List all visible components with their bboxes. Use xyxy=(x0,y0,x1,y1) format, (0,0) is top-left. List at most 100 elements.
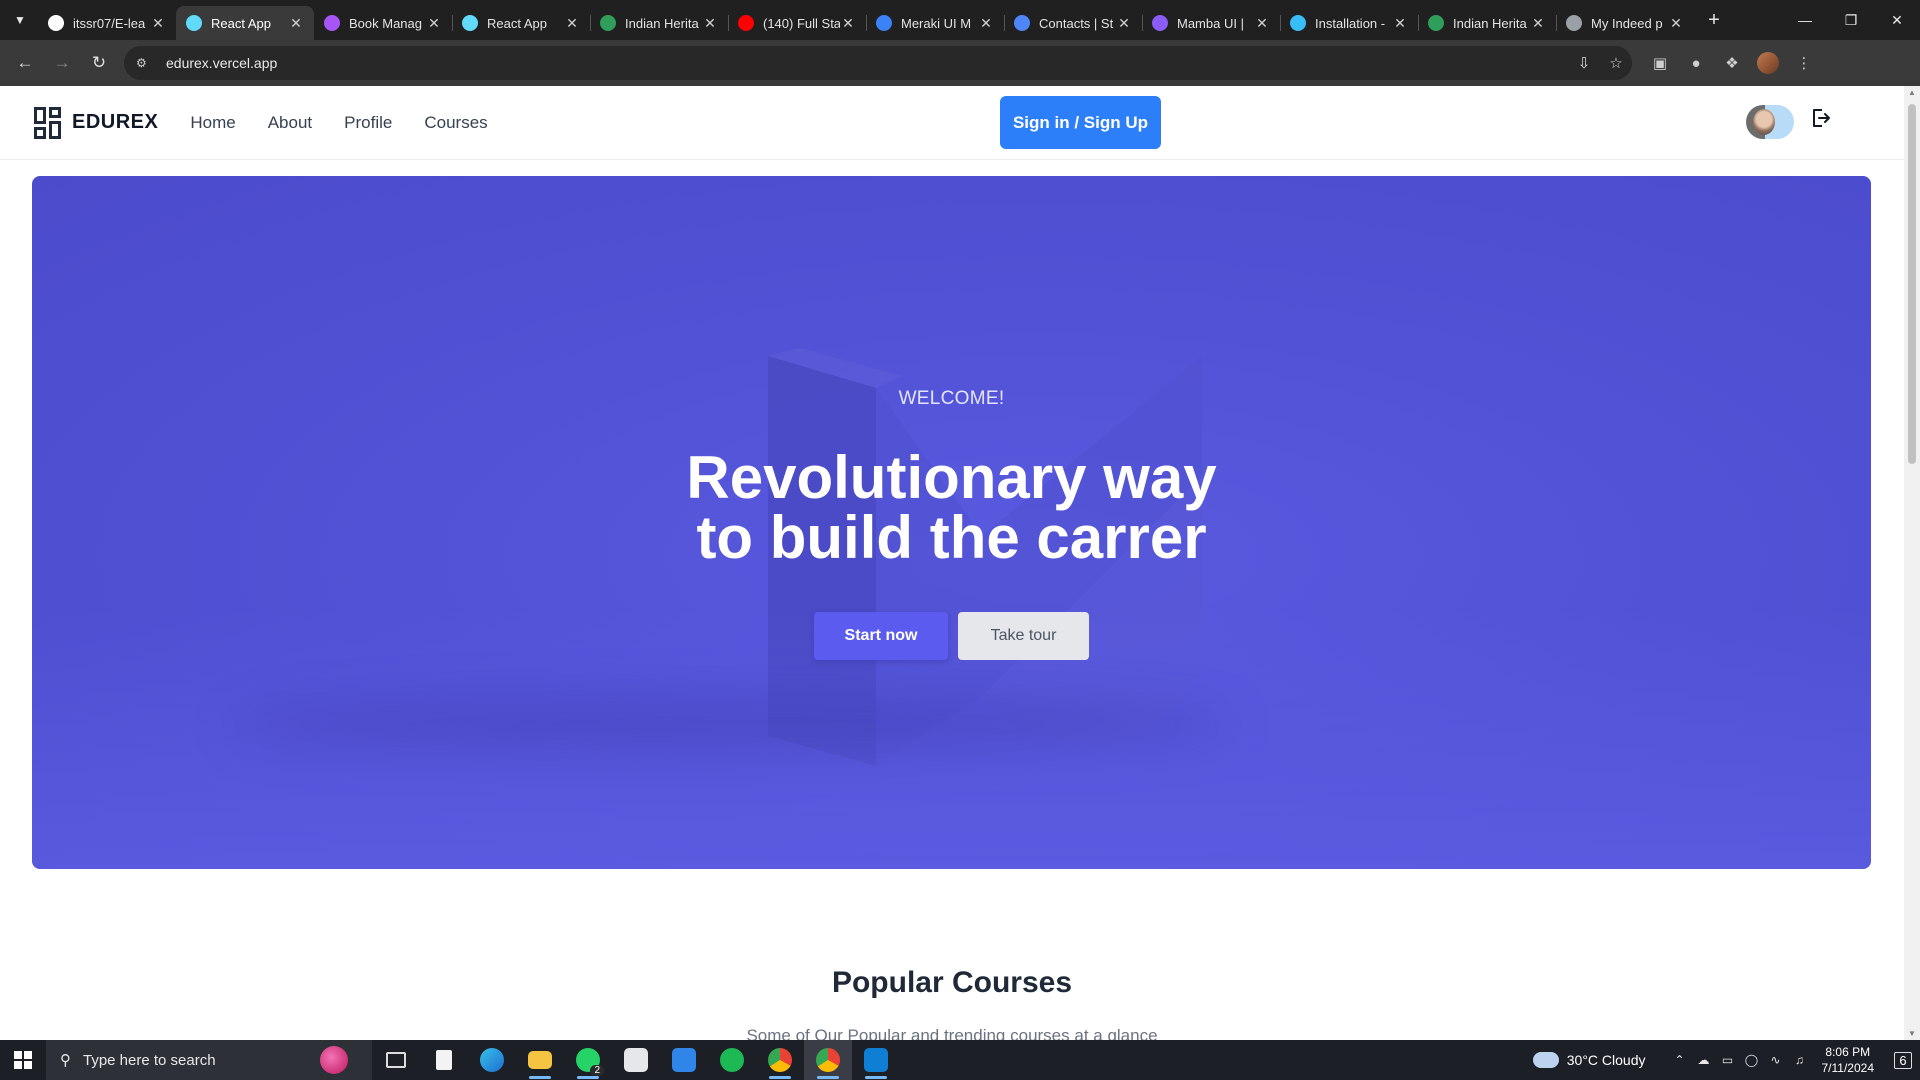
taskbar-mail[interactable] xyxy=(660,1040,708,1080)
tab-close-icon[interactable]: ✕ xyxy=(702,15,718,32)
taskbar-edge[interactable] xyxy=(468,1040,516,1080)
windows-logo-icon xyxy=(14,1051,32,1069)
taskbar-whatsapp[interactable]: 2 xyxy=(564,1040,612,1080)
browser-tab[interactable]: Installation - ✕ xyxy=(1280,6,1418,40)
tab-close-icon[interactable]: ✕ xyxy=(150,15,166,32)
taskbar-spotify[interactable] xyxy=(708,1040,756,1080)
meet-now-icon[interactable]: ◯ xyxy=(1740,1053,1764,1067)
chrome-icon xyxy=(816,1048,840,1072)
main-nav: Home About Profile Courses xyxy=(174,113,503,133)
browser-tab[interactable]: Meraki UI M ✕ xyxy=(866,6,1004,40)
chevron-up-icon[interactable]: ⌃ xyxy=(1668,1053,1692,1067)
address-url[interactable]: edurex.vercel.app xyxy=(166,55,1568,71)
tab-close-icon[interactable]: ✕ xyxy=(564,15,580,32)
tab-title: Book Manag xyxy=(349,15,422,31)
logout-icon[interactable] xyxy=(1808,106,1832,130)
tab-close-icon[interactable]: ✕ xyxy=(978,15,994,32)
back-button[interactable]: ← xyxy=(8,46,42,80)
scroll-up-arrow[interactable]: ▲ xyxy=(1904,88,1920,97)
taskbar-store[interactable] xyxy=(612,1040,660,1080)
sign-in-button[interactable]: Sign in / Sign Up xyxy=(1000,96,1161,149)
store-icon xyxy=(624,1048,648,1072)
whatsapp-badge: 2 xyxy=(590,1065,604,1076)
user-avatar[interactable] xyxy=(1746,105,1794,139)
nav-courses[interactable]: Courses xyxy=(408,113,503,133)
browser-tab[interactable]: itssr07/E-lea ✕ xyxy=(38,6,176,40)
nav-about[interactable]: About xyxy=(252,113,328,133)
address-bar[interactable]: ⚙ edurex.vercel.app ⇩ ☆ xyxy=(124,46,1632,80)
volume-icon[interactable]: ♫ xyxy=(1788,1053,1812,1067)
globe-icon xyxy=(600,15,616,31)
taskbar-notepad[interactable] xyxy=(420,1040,468,1080)
hero-headline: Revolutionary way to build the carrer xyxy=(32,448,1871,568)
scroll-down-arrow[interactable]: ▼ xyxy=(1904,1029,1920,1038)
tab-title: (140) Full Sta xyxy=(763,15,840,31)
extension-icon[interactable]: ▣ xyxy=(1642,46,1678,80)
browser-toolbar: ← → ↻ ⚙ edurex.vercel.app ⇩ ☆ ▣ ● ❖ ⋮ xyxy=(0,40,1920,86)
tab-close-icon[interactable]: ✕ xyxy=(288,15,304,32)
task-view-button[interactable] xyxy=(372,1040,420,1080)
browser-tab[interactable]: React App ✕ xyxy=(176,6,314,40)
browser-tab[interactable]: React App ✕ xyxy=(452,6,590,40)
notification-center-button[interactable]: 6 xyxy=(1886,1040,1920,1080)
taskbar-chrome-1[interactable] xyxy=(756,1040,804,1080)
new-tab-button[interactable]: + xyxy=(1700,6,1728,34)
nav-profile[interactable]: Profile xyxy=(328,113,408,133)
hero-banner: WELCOME! Revolutionary way to build the … xyxy=(32,176,1871,869)
tab-close-icon[interactable]: ✕ xyxy=(426,15,442,32)
spotify-icon xyxy=(720,1048,744,1072)
reload-button[interactable]: ↻ xyxy=(82,46,116,80)
clock-date: 7/11/2024 xyxy=(1821,1061,1875,1075)
take-tour-button[interactable]: Take tour xyxy=(958,612,1089,660)
profile-avatar[interactable] xyxy=(1750,46,1786,80)
battery-icon[interactable]: ▭ xyxy=(1716,1053,1740,1067)
chrome-icon xyxy=(768,1048,792,1072)
meraki-icon xyxy=(876,15,892,31)
tab-close-icon[interactable]: ✕ xyxy=(1116,15,1132,32)
browser-tab[interactable]: Indian Herita ✕ xyxy=(590,6,728,40)
start-now-button[interactable]: Start now xyxy=(814,612,948,660)
start-button[interactable] xyxy=(0,1040,46,1080)
browser-tab[interactable]: (140) Full Sta ✕ xyxy=(728,6,866,40)
taskbar-chrome-2[interactable] xyxy=(804,1040,852,1080)
taskbar-file-explorer[interactable] xyxy=(516,1040,564,1080)
browser-tab[interactable]: Mamba UI | ✕ xyxy=(1142,6,1280,40)
install-app-icon[interactable]: ⇩ xyxy=(1568,54,1600,72)
tab-close-icon[interactable]: ✕ xyxy=(1668,15,1684,32)
tab-close-icon[interactable]: ✕ xyxy=(1392,15,1408,32)
extensions-puzzle-icon[interactable]: ❖ xyxy=(1714,46,1750,80)
popular-courses-title: Popular Courses xyxy=(831,966,1073,999)
taskbar-vscode[interactable] xyxy=(852,1040,900,1080)
scrollbar-thumb[interactable] xyxy=(1908,104,1916,464)
browser-menu-icon[interactable]: ⋮ xyxy=(1786,46,1822,80)
restore-button[interactable]: ❐ xyxy=(1828,0,1874,40)
browser-tab[interactable]: Book Manag ✕ xyxy=(314,6,452,40)
page-scrollbar[interactable]: ▲ ▼ xyxy=(1904,86,1920,1040)
minimize-button[interactable]: — xyxy=(1782,0,1828,40)
tab-title: Indian Herita xyxy=(625,15,699,31)
bookmark-star-icon[interactable]: ☆ xyxy=(1600,54,1632,72)
tab-close-icon[interactable]: ✕ xyxy=(840,15,856,32)
site-navbar: EDUREX Home About Profile Courses Sign i… xyxy=(0,86,1904,160)
site-info-icon[interactable]: ⚙ xyxy=(136,56,154,70)
taskbar-search[interactable]: ⚲ Type here to search xyxy=(46,1040,372,1080)
wifi-icon[interactable]: ∿ xyxy=(1764,1053,1788,1067)
tab-search-button[interactable]: ▼ xyxy=(6,6,34,34)
tab-title: Mamba UI | xyxy=(1177,15,1244,31)
browser-tab[interactable]: My Indeed p ✕ xyxy=(1556,6,1694,40)
onedrive-icon[interactable]: ☁ xyxy=(1692,1053,1716,1067)
system-clock[interactable]: 8:06 PM 7/11/2024 xyxy=(1822,1044,1875,1076)
weather-widget[interactable]: 30°C Cloudy xyxy=(1532,1052,1646,1068)
task-view-icon xyxy=(386,1052,406,1068)
browser-tab[interactable]: Contacts | St ✕ xyxy=(1004,6,1142,40)
browser-tab[interactable]: Indian Herita ✕ xyxy=(1418,6,1556,40)
mail-icon xyxy=(672,1048,696,1072)
forward-button[interactable]: → xyxy=(45,46,79,80)
tab-title: My Indeed p xyxy=(1591,15,1663,31)
nav-home[interactable]: Home xyxy=(174,113,251,133)
extension-circle-icon[interactable]: ● xyxy=(1678,46,1714,80)
tab-close-icon[interactable]: ✕ xyxy=(1530,15,1546,32)
tab-close-icon[interactable]: ✕ xyxy=(1254,15,1270,32)
close-window-button[interactable]: ✕ xyxy=(1874,0,1920,40)
site-logo[interactable]: EDUREX xyxy=(34,106,158,139)
